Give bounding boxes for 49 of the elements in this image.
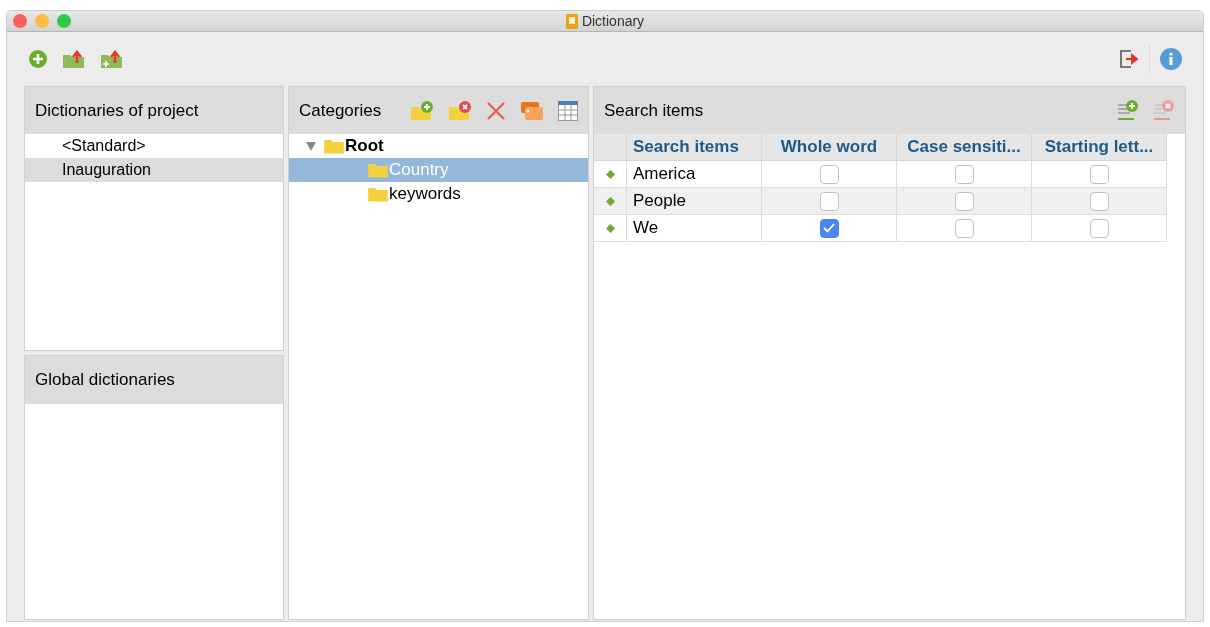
checkbox[interactable] — [819, 218, 839, 238]
expand-arrow-icon[interactable] — [306, 141, 316, 151]
checkbox[interactable] — [954, 218, 974, 238]
table-cell: We — [627, 215, 762, 241]
folder-delete-icon[interactable] — [448, 100, 472, 121]
checkbox[interactable] — [1089, 191, 1109, 211]
window-title: Dictionary — [581, 11, 645, 31]
zoom-button[interactable] — [57, 14, 71, 28]
tree-item[interactable]: Root — [289, 134, 588, 158]
diamond-icon — [605, 223, 615, 233]
minimize-button[interactable] — [35, 14, 49, 28]
add-icon[interactable] — [28, 49, 48, 69]
tags-icon[interactable] — [520, 100, 544, 121]
panel-header: Dictionaries of project — [25, 87, 283, 134]
exit-icon[interactable] — [1119, 49, 1139, 69]
remove-item-icon[interactable] — [1153, 99, 1175, 122]
table-cell: America — [627, 161, 762, 187]
column-header[interactable]: Whole word — [762, 134, 897, 160]
checkbox[interactable] — [954, 164, 974, 184]
checkbox[interactable] — [1089, 164, 1109, 184]
checkbox[interactable] — [954, 191, 974, 211]
column-header[interactable]: Search items — [627, 134, 762, 160]
close-button[interactable] — [13, 14, 27, 28]
dictionary-item[interactable]: Inauguration — [25, 158, 283, 182]
column-header[interactable]: Case sensiti... — [897, 134, 1032, 160]
check-mark-icon — [823, 223, 835, 233]
column-header[interactable]: Starting lett... — [1032, 134, 1167, 160]
add-item-icon[interactable] — [1117, 99, 1139, 122]
dictionary-item[interactable]: <Standard> — [25, 134, 283, 158]
panel-header: Search items — [604, 99, 704, 122]
folder-icon — [323, 137, 345, 155]
diamond-icon — [605, 196, 615, 206]
table-cell: People — [627, 188, 762, 214]
diamond-icon — [605, 169, 615, 179]
folder-add-icon[interactable] — [410, 100, 434, 121]
panel-header: Categories — [299, 99, 382, 122]
folder-icon — [367, 161, 389, 179]
delete-icon[interactable] — [486, 100, 506, 121]
panel-header: Global dictionaries — [25, 356, 283, 404]
tree-item[interactable]: keywords — [289, 182, 588, 206]
dictionary-app-icon — [565, 13, 578, 29]
checkbox[interactable] — [1089, 218, 1109, 238]
checkbox[interactable] — [819, 191, 839, 211]
folder-icon — [367, 185, 389, 203]
table-icon[interactable] — [558, 100, 578, 121]
folder-add-upload-icon[interactable] — [100, 49, 124, 69]
checkbox[interactable] — [819, 164, 839, 184]
folder-upload-icon[interactable] — [62, 49, 86, 69]
info-icon[interactable] — [1160, 48, 1182, 70]
